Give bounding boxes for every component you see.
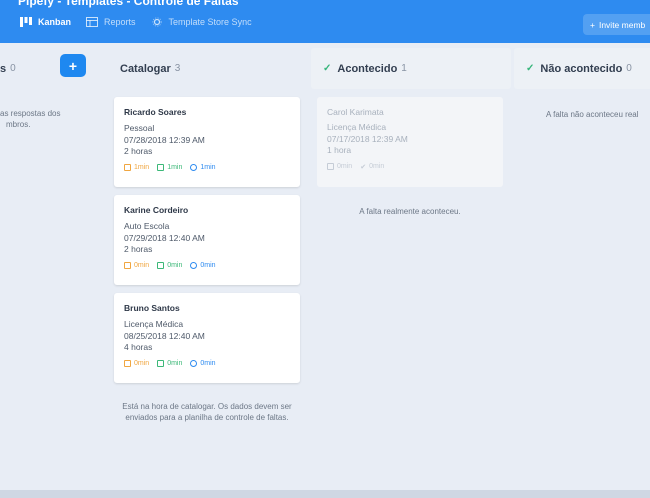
invite-members-label: Invite memb — [598, 19, 646, 30]
card-type: Auto Escola — [124, 221, 170, 231]
done-time-value: 0min — [369, 163, 385, 170]
calendar-check-icon — [157, 261, 165, 269]
card-ricardo-soares[interactable]: Ricardo Soares Pessoal 07/28/2018 12:39 … — [114, 97, 300, 187]
kanban-board: s 0 + as respostas dos mbros. Catalogar … — [0, 43, 650, 490]
phase-description-line1: as respostas dos — [0, 109, 61, 118]
card-title: Carol Karimata — [327, 107, 384, 117]
total-time-value: 1min — [200, 163, 216, 171]
card-date: 07/28/2018 12:39 AM — [124, 134, 205, 145]
phase-time: 1min — [124, 163, 150, 171]
invite-members-button[interactable]: + Invite memb — [583, 14, 650, 35]
phase-header-acontecido[interactable]: ✓ Acontecido 1 — [311, 48, 511, 89]
reports-icon — [86, 17, 99, 27]
card-timers: 0min ✔ 0min — [327, 163, 493, 171]
sla-time-value: 1min — [167, 163, 183, 171]
card-carol-karimata[interactable]: Carol Karimata Licença Médica 07/17/2018… — [317, 97, 503, 187]
phase-time-value: 0min — [134, 261, 150, 269]
phase-title-acontecido: Acontecido — [337, 62, 398, 75]
phase-count-catalogar: 3 — [174, 63, 181, 74]
phase-description-line2: mbros. — [6, 120, 31, 129]
phase-count-nao-acontecido: 0 — [626, 63, 632, 74]
card-type: Licença Médica — [327, 122, 387, 132]
top-bar: Pipefy - Templates - Controle de Faltas … — [0, 0, 650, 43]
pipe-title: Pipefy - Templates - Controle de Faltas — [18, 0, 239, 8]
card-type: Pessoal — [124, 123, 155, 133]
nav-template-store-sync[interactable]: Template Store Sync — [151, 17, 252, 27]
check-icon: ✓ — [526, 63, 535, 74]
phase-time-value: 0min — [337, 163, 353, 170]
sla-time: 0min — [157, 261, 183, 269]
plus-icon: + — [590, 19, 595, 30]
phase-time-value: 0min — [134, 359, 150, 367]
kanban-icon — [20, 17, 32, 27]
sla-time: 1min — [157, 163, 183, 171]
card-duration: 1 hora — [327, 145, 352, 155]
hourglass-icon — [124, 261, 131, 269]
check-icon: ✔ — [360, 163, 367, 171]
sla-time-value: 0min — [167, 359, 183, 367]
phase-title-catalogar: Catalogar — [120, 62, 171, 75]
hourglass-icon — [124, 163, 131, 171]
refresh-icon — [190, 163, 198, 171]
total-time-value: 0min — [200, 359, 216, 367]
refresh-icon — [190, 261, 198, 269]
hourglass-icon — [124, 359, 131, 367]
total-time: 1min — [190, 163, 216, 171]
calendar-check-icon — [157, 163, 165, 171]
phase-count-start: 0 — [10, 63, 16, 74]
phase-title-nao-acontecido: Não acontecido — [540, 62, 623, 75]
sla-time: 0min — [157, 359, 183, 367]
card-duration: 2 horas — [124, 244, 153, 254]
phase-time: 0min — [327, 163, 352, 171]
phase-time: 0min — [124, 261, 150, 269]
done-time: ✔ 0min — [360, 163, 384, 171]
add-card-button[interactable]: + — [60, 54, 86, 77]
phase-description-nao-acontecido: A falta não aconteceu real — [546, 110, 639, 119]
check-icon: ✓ — [323, 63, 332, 74]
phase-time-value: 1min — [134, 163, 150, 171]
sla-time-value: 0min — [167, 261, 183, 269]
phase-count-acontecido: 1 — [401, 63, 407, 74]
card-duration: 2 horas — [124, 146, 153, 156]
total-time: 0min — [190, 359, 216, 367]
nav-kanban[interactable]: Kanban — [20, 17, 71, 27]
phase-description-acontecido: A falta realmente aconteceu. — [359, 207, 461, 216]
card-title: Karine Cordeiro — [124, 205, 189, 215]
card-type: Licença Médica — [124, 319, 184, 329]
phase-title-start: s — [0, 62, 7, 75]
phase-description-catalogar: Está na hora de catalogar. Os dados deve… — [122, 402, 292, 422]
total-time: 0min — [190, 261, 216, 269]
phase-time: 0min — [124, 359, 150, 367]
card-date: 08/25/2018 12:40 AM — [124, 330, 205, 341]
horizontal-scrollbar[interactable] — [0, 490, 650, 498]
calendar-check-icon — [157, 359, 165, 367]
card-timers: 0min 0min 0min — [124, 261, 290, 269]
refresh-icon — [190, 359, 198, 367]
card-karine-cordeiro[interactable]: Karine Cordeiro Auto Escola 07/29/2018 1… — [114, 195, 300, 285]
card-timers: 1min 1min 1min — [124, 163, 290, 171]
nav-reports[interactable]: Reports — [86, 17, 136, 27]
card-bruno-santos[interactable]: Bruno Santos Licença Médica 08/25/2018 1… — [114, 293, 300, 383]
card-date: 07/29/2018 12:40 AM — [124, 232, 205, 243]
card-duration: 4 horas — [124, 342, 153, 352]
nav-template-store-sync-label: Template Store Sync — [168, 17, 252, 27]
card-timers: 0min 0min 0min — [124, 359, 290, 367]
nav-kanban-label: Kanban — [38, 17, 72, 27]
card-title: Ricardo Soares — [124, 107, 187, 117]
top-nav: Kanban Reports Template Store Sync — [20, 17, 252, 27]
sync-gear-icon — [151, 17, 162, 27]
hourglass-icon — [327, 163, 334, 170]
nav-reports-label: Reports — [104, 17, 136, 27]
phase-description-start: as respostas dos mbros. — [0, 108, 70, 130]
phase-header-catalogar[interactable]: Catalogar 3 — [120, 48, 310, 89]
card-title: Bruno Santos — [124, 303, 180, 313]
total-time-value: 0min — [200, 261, 216, 269]
card-date: 07/17/2018 12:39 AM — [327, 133, 408, 144]
phase-header-nao-acontecido[interactable]: ✓ Não acontecido 0 — [514, 48, 650, 89]
